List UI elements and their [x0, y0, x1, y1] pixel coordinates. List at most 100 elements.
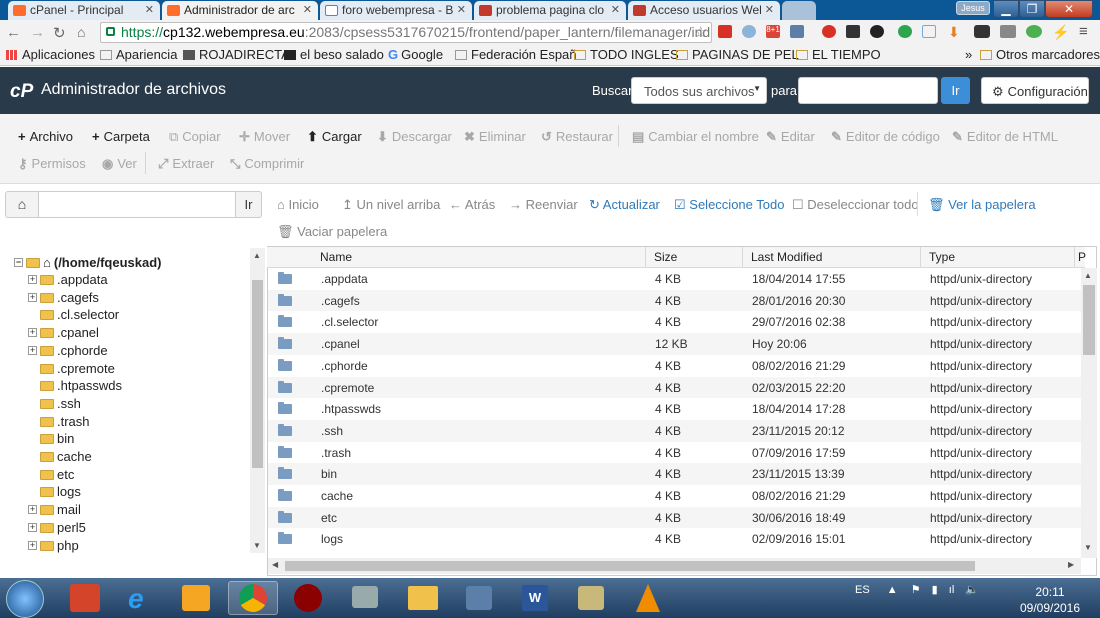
tab-close-icon[interactable]: ✕ — [457, 3, 466, 16]
restore-button[interactable]: ↺ Restaurar — [541, 129, 613, 145]
compress-button[interactable]: ⤡ Comprimir — [230, 156, 304, 172]
table-row[interactable]: .cpremote 4 KB 02/03/2015 22:20 httpd/unix-… — [268, 376, 1081, 399]
signal-icon[interactable]: ıl — [949, 584, 955, 596]
extension-icon[interactable] — [974, 25, 990, 38]
extension-icon[interactable] — [846, 25, 860, 38]
scroll-up-icon[interactable]: ▲ — [1084, 271, 1092, 280]
extension-icon[interactable] — [790, 25, 804, 38]
extension-icon[interactable] — [1026, 25, 1042, 38]
tree-folder[interactable]: + mail — [28, 502, 81, 517]
edit-button[interactable]: ✎ Editar — [766, 129, 815, 145]
clock[interactable]: 20:11 09/09/2016 — [1010, 584, 1090, 616]
taskbar-app[interactable] — [566, 581, 616, 615]
bookmark-apps[interactable]: Aplicaciones — [6, 47, 95, 62]
table-row[interactable]: .ssh 4 KB 23/11/2015 20:12 httpd/unix-direc… — [268, 419, 1081, 442]
tab-close-icon[interactable]: ✕ — [303, 3, 312, 16]
url-bar[interactable]: https://cp132.webempresa.eu:2083/cpsess5… — [100, 22, 712, 43]
bookmark-apariencia[interactable]: Apariencia — [100, 47, 177, 62]
nav-refresh[interactable]: ↻ Actualizar — [589, 197, 660, 213]
expand-icon[interactable]: + — [28, 505, 37, 515]
tree-folder[interactable]: cache — [28, 449, 92, 464]
expand-icon[interactable]: + — [28, 522, 37, 532]
table-row[interactable]: .cagefs 4 KB 28/01/2016 20:30 httpd/unix-di… — [268, 289, 1081, 312]
nav-deselect-all[interactable]: ☐ Deseleccionar todo — [792, 197, 919, 213]
col-name[interactable]: Name — [320, 250, 352, 264]
tree-folder[interactable]: + php — [28, 538, 79, 553]
code-editor-button[interactable]: ✎ Editor de código — [831, 129, 940, 145]
settings-button[interactable]: ⚙ Configuración — [981, 77, 1089, 104]
download-extension-icon[interactable]: ⬇ — [948, 24, 960, 41]
nav-select-all[interactable]: ☑ Seleccione Todo — [674, 197, 784, 213]
cpanel-logo[interactable]: cP — [10, 81, 33, 103]
table-row[interactable]: .cpanel 12 KB Hoy 20:06 httpd/unix-director… — [268, 333, 1081, 355]
extension-icon[interactable] — [922, 25, 936, 38]
path-input[interactable] — [38, 191, 236, 218]
start-button[interactable] — [6, 580, 44, 618]
bookmark-beso-salado[interactable]: el beso salado — [284, 47, 384, 62]
expand-icon[interactable]: + — [28, 328, 37, 338]
table-row[interactable]: etc 4 KB 30/06/2016 18:49 httpd/unix-direct… — [268, 506, 1081, 529]
table-row[interactable]: .cl.selector 4 KB 29/07/2016 02:38 httpd/un… — [268, 311, 1081, 333]
browser-tab-filemanager[interactable]: Administrador de arc ✕ — [162, 1, 318, 20]
extension-icon[interactable]: ⚡ — [1052, 24, 1069, 41]
window-close-button[interactable]: ✕ — [1045, 0, 1093, 18]
upload-button[interactable]: ⬆ Cargar — [307, 129, 362, 145]
tree-folder[interactable]: .htpasswds — [28, 378, 122, 393]
bookmark-rojadirecta[interactable]: ROJADIRECTA — [183, 47, 290, 62]
expand-icon[interactable]: + — [28, 345, 37, 355]
html-editor-button[interactable]: ✎ Editor de HTML — [952, 129, 1058, 145]
tab-close-icon[interactable]: ✕ — [145, 3, 154, 16]
extension-icon[interactable] — [742, 25, 756, 38]
nav-forward[interactable]: → Reenviar — [509, 197, 578, 212]
scroll-right-icon[interactable]: ▶ — [1068, 560, 1074, 569]
browser-tab-cpanel[interactable]: cPanel - Principal ✕ — [8, 1, 160, 20]
bookmark-star-icon[interactable]: ☆ — [694, 23, 707, 41]
table-row[interactable]: .htpasswds 4 KB 18/04/2014 17:28 httpd/unix… — [268, 398, 1081, 420]
tab-close-icon[interactable]: ✕ — [611, 3, 620, 16]
table-row[interactable]: logs 4 KB 02/09/2016 15:01 httpd/unix-direc… — [268, 528, 1081, 550]
language-indicator[interactable]: ES — [855, 584, 870, 596]
browser-tab-problema[interactable]: problema pagina clo ✕ — [474, 1, 626, 20]
nav-view-trash[interactable]: 🗑 Ver la papelera — [928, 197, 1036, 213]
menu-icon[interactable]: ≡ — [1079, 23, 1088, 40]
search-go-button[interactable]: Ir — [941, 77, 970, 104]
taskbar-media[interactable] — [172, 581, 222, 615]
bookmark-google[interactable]: G Google — [388, 47, 443, 62]
extension-icon[interactable] — [870, 25, 884, 38]
path-go-button[interactable]: Ir — [235, 191, 262, 218]
table-vscrollbar-thumb[interactable] — [1083, 285, 1095, 355]
taskbar-word[interactable]: W — [510, 581, 560, 615]
bookmark-todo-ingles[interactable]: TODO INGLES — [574, 47, 679, 62]
table-row[interactable]: .trash 4 KB 07/09/2016 17:59 httpd/unix-dir… — [268, 442, 1081, 464]
tree-folder[interactable]: + .cagefs — [28, 290, 99, 305]
tree-folder[interactable]: + perl5 — [28, 520, 86, 535]
browser-tab-foro[interactable]: foro webempresa - B ✕ — [320, 1, 472, 20]
nav-empty-trash[interactable]: 🗑 Vaciar papelera — [277, 224, 387, 240]
search-input[interactable] — [798, 77, 938, 104]
taskbar-app[interactable] — [454, 581, 504, 615]
tree-folder[interactable]: .cpremote — [28, 361, 115, 376]
forward-arrow-icon[interactable]: → — [30, 24, 45, 41]
reload-icon[interactable]: ↻ — [53, 24, 66, 42]
bookmarks-overflow[interactable]: » — [965, 47, 972, 62]
tree-folder[interactable]: + .cpanel — [28, 325, 99, 340]
table-hscrollbar-thumb[interactable] — [285, 561, 975, 571]
col-permissions[interactable]: P — [1078, 250, 1086, 264]
adblock-extension-icon[interactable] — [822, 25, 836, 38]
expand-icon[interactable]: + — [28, 275, 37, 284]
tree-root[interactable]: − ⌂ (/home/fqeuskad) — [14, 255, 161, 270]
tree-folder[interactable]: + .cphorde — [28, 343, 108, 358]
expand-icon[interactable]: + — [28, 292, 37, 302]
expand-icon[interactable]: + — [28, 540, 37, 550]
home-button[interactable]: ⌂ — [5, 191, 39, 218]
tab-close-icon[interactable]: ✕ — [765, 3, 774, 16]
col-type[interactable]: Type — [929, 250, 955, 264]
scroll-up-icon[interactable]: ▲ — [253, 251, 261, 260]
chevron-up-icon[interactable]: ▲ — [887, 584, 898, 596]
view-button[interactable]: ◉ Ver — [102, 156, 137, 172]
permissions-button[interactable]: ⚷ Permisos — [18, 156, 86, 172]
table-row[interactable]: bin 4 KB 23/11/2015 13:39 httpd/unix-direct… — [268, 463, 1081, 485]
collapse-icon[interactable]: − — [14, 258, 23, 267]
taskbar-vlc[interactable] — [622, 581, 672, 615]
extension-icon[interactable] — [1000, 25, 1016, 38]
